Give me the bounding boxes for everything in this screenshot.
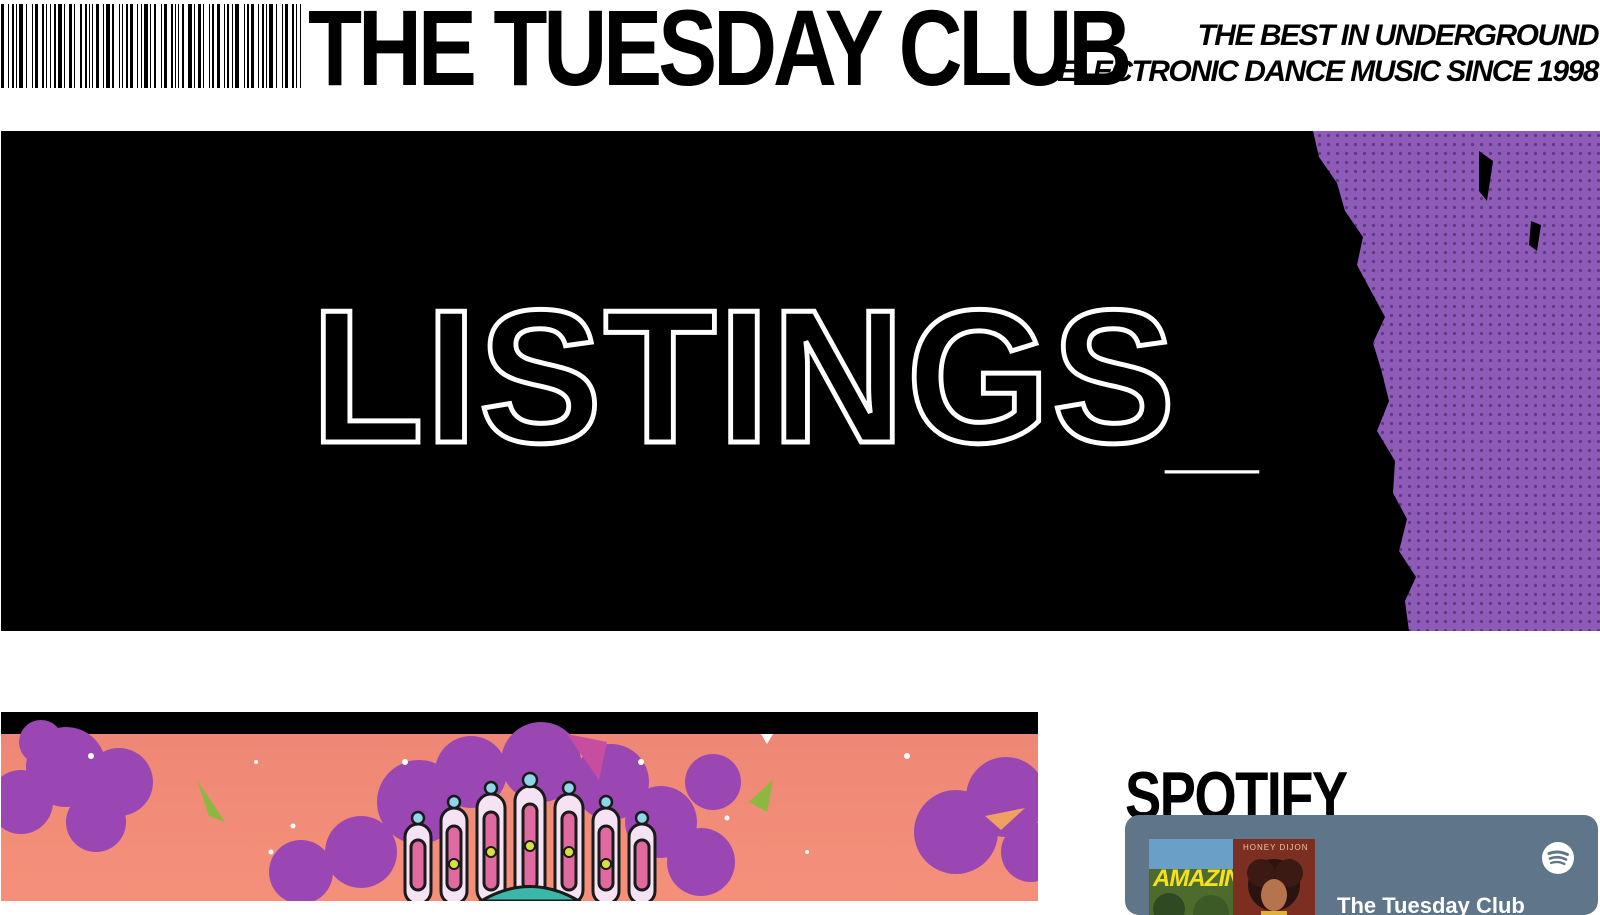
spotify-playlist-embed[interactable]: AMAZING HONEY DIJON The Tuesday Club	[1125, 815, 1598, 915]
site-logo[interactable]: THE TUESDAY CLUB	[308, 0, 1132, 102]
cover-1-title: AMAZING	[1153, 865, 1233, 892]
hero-title: LISTINGS	[311, 271, 1177, 483]
barcode-icon[interactable]	[1, 4, 301, 88]
cover-2-title: HONEY DIJON	[1243, 843, 1309, 852]
tagline-line-2: ELECTRONIC DANCE MUSIC SINCE 1998	[1057, 55, 1599, 88]
playlist-cover-2[interactable]: HONEY DIJON	[1233, 839, 1315, 915]
listings-hero-banner: LISTINGS _	[1, 131, 1600, 631]
site-tagline: THE BEST IN UNDERGROUND ELECTRONIC DANCE…	[1057, 18, 1599, 90]
playlist-title[interactable]: The Tuesday Club	[1337, 893, 1525, 915]
event-promo-image[interactable]	[1, 712, 1038, 901]
spotify-icon[interactable]	[1541, 841, 1575, 875]
hero-title-graphic: LISTINGS _	[309, 269, 1262, 489]
hero-title-cursor: _	[1163, 409, 1261, 488]
site-header: THE TUESDAY CLUB THE BEST IN UNDERGROUND…	[0, 0, 1600, 130]
tagline-line-1: THE BEST IN UNDERGROUND	[1197, 19, 1599, 52]
event-artwork	[1, 712, 1038, 901]
playlist-cover-1[interactable]: AMAZING	[1149, 839, 1233, 915]
